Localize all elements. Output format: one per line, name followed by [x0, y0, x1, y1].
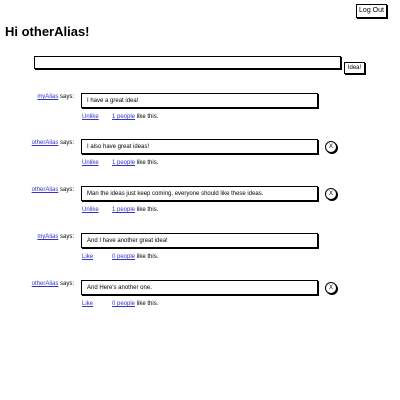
logout-button[interactable]: Log Out: [356, 4, 387, 18]
post-actions: Unlike 1 people like this.: [82, 113, 158, 121]
post-byline: otherAlias says:: [32, 139, 74, 147]
says-label: says:: [58, 234, 74, 240]
like-suffix: like this.: [135, 160, 159, 166]
idea-input[interactable]: [34, 56, 341, 69]
idea-post: myAlias says: And I have another great i…: [0, 233, 400, 273]
delete-idea-button[interactable]: X: [325, 188, 337, 200]
like-count-link[interactable]: 1 people: [112, 207, 135, 213]
idea-post: otherAlias says: Man the ideas just keep…: [0, 186, 400, 226]
like-count-link[interactable]: 0 people: [112, 254, 135, 260]
post-byline: otherAlias says:: [32, 186, 74, 194]
says-label: says:: [58, 140, 74, 146]
author-link[interactable]: myAlias: [37, 94, 58, 100]
like-count-link[interactable]: 1 people: [112, 114, 135, 120]
like-count-link[interactable]: 0 people: [112, 301, 135, 307]
says-label: says:: [58, 281, 74, 287]
post-byline: myAlias says:: [37, 93, 74, 101]
idea-text: I have a great idea!: [81, 93, 318, 108]
idea-text: I also have great ideas!: [81, 139, 318, 154]
post-byline: myAlias says:: [37, 233, 74, 241]
idea-post: otherAlias says: And Here's another one.…: [0, 280, 400, 320]
post-actions: Like 0 people like this.: [82, 253, 158, 261]
delete-idea-button[interactable]: X: [325, 282, 337, 294]
author-link[interactable]: otherAlias: [32, 140, 59, 146]
post-byline: otherAlias says:: [32, 280, 74, 288]
idea-post: myAlias says: I have a great idea! Unlik…: [0, 93, 400, 133]
like-suffix: like this.: [135, 207, 159, 213]
like-count-link[interactable]: 1 people: [112, 160, 135, 166]
post-actions: Unlike 1 people like this.: [82, 206, 158, 214]
like-toggle-link[interactable]: Like: [82, 253, 112, 261]
idea-post: otherAlias says: I also have great ideas…: [0, 139, 400, 179]
like-toggle-link[interactable]: Like: [82, 300, 112, 308]
author-link[interactable]: otherAlias: [32, 281, 59, 287]
says-label: says:: [58, 187, 74, 193]
like-suffix: like this.: [135, 254, 159, 260]
like-toggle-link[interactable]: Unlike: [82, 113, 112, 121]
post-actions: Unlike 1 people like this.: [82, 159, 158, 167]
page-greeting: Hi otherAlias!: [5, 24, 90, 39]
like-suffix: like this.: [135, 114, 159, 120]
author-link[interactable]: otherAlias: [32, 187, 59, 193]
delete-idea-button[interactable]: X: [325, 141, 337, 153]
like-toggle-link[interactable]: Unlike: [82, 159, 112, 167]
author-link[interactable]: myAlias: [37, 234, 58, 240]
like-toggle-link[interactable]: Unlike: [82, 206, 112, 214]
app-root: Log Out Hi otherAlias! Idea! myAlias say…: [0, 0, 400, 400]
like-suffix: like this.: [135, 301, 159, 307]
post-actions: Like 0 people like this.: [82, 300, 158, 308]
idea-text: And I have another great idea!: [81, 233, 318, 248]
says-label: says:: [58, 94, 74, 100]
idea-text: And Here's another one.: [81, 280, 318, 295]
submit-idea-button[interactable]: Idea!: [344, 62, 365, 74]
idea-text: Man the ideas just keep coming, everyone…: [81, 186, 318, 201]
